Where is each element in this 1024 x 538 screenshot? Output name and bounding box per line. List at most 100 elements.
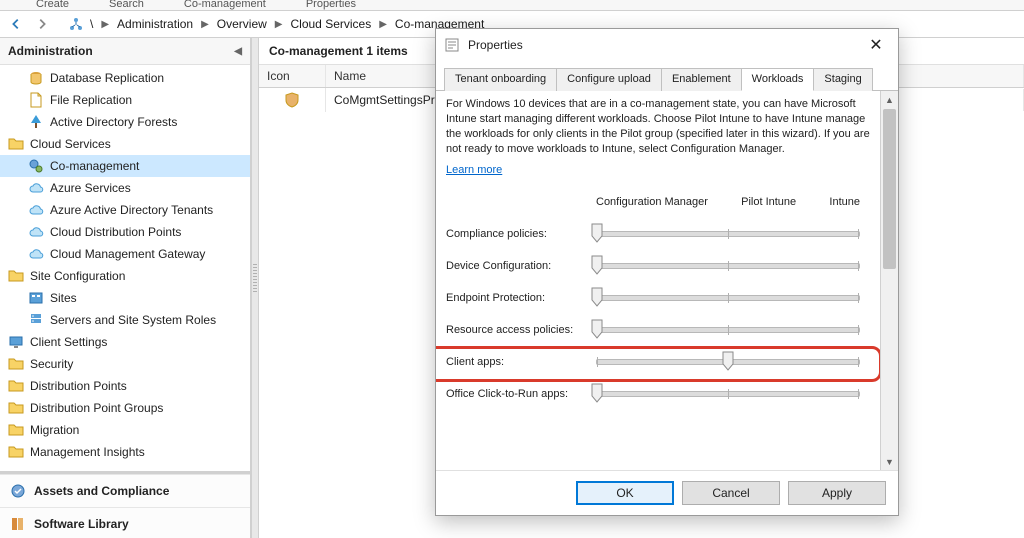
workload-label: Client apps: — [446, 356, 596, 368]
workload-slider[interactable] — [596, 231, 860, 237]
tab-workloads[interactable]: Workloads — [741, 68, 815, 91]
workload-row: Endpoint Protection: — [446, 292, 870, 304]
nav-tree-item[interactable]: Co-management — [0, 155, 250, 177]
nav-tree-item[interactable]: Migration — [0, 419, 250, 441]
cdp-icon — [28, 224, 44, 240]
workload-row: Client apps: — [446, 356, 870, 368]
slider-thumb-icon[interactable] — [591, 383, 603, 403]
workload-label: Office Click-to-Run apps: — [446, 388, 596, 400]
dialog-scrollbar[interactable]: ▲ ▼ — [880, 91, 898, 470]
tab-enablement[interactable]: Enablement — [661, 68, 742, 91]
workload-slider[interactable] — [596, 391, 860, 397]
splitter-vertical[interactable] — [251, 38, 259, 538]
slider-header-intune: Intune — [829, 196, 860, 208]
breadcrumb-root-icon[interactable] — [68, 16, 84, 32]
slider-thumb-icon[interactable] — [591, 319, 603, 339]
folder-icon — [8, 422, 24, 438]
nav-panel-title: Administration — [8, 44, 93, 58]
cancel-button[interactable]: Cancel — [682, 481, 780, 505]
nav-tree-label: File Replication — [50, 93, 132, 107]
breadcrumb-node[interactable]: Administration — [113, 15, 197, 33]
workload-label: Endpoint Protection: — [446, 292, 596, 304]
breadcrumb-root-sep: \ — [86, 15, 97, 33]
nav-tree-item[interactable]: Site Configuration — [0, 265, 250, 287]
assets-icon — [10, 483, 26, 499]
ok-button[interactable]: OK — [576, 481, 674, 505]
slider-thumb-icon[interactable] — [591, 255, 603, 275]
learn-more-link[interactable]: Learn more — [446, 164, 502, 176]
properties-dialog: Properties ✕ Tenant onboardingConfigure … — [435, 28, 899, 516]
workload-row: Resource access policies: — [446, 324, 870, 336]
tabstrip: Tenant onboardingConfigure uploadEnablem… — [436, 61, 898, 91]
scroll-up-button[interactable]: ▲ — [881, 91, 898, 108]
co-mgmt-icon — [28, 158, 44, 174]
nav-panel-chevron-icon[interactable]: ◀ — [234, 46, 242, 57]
nav-tree-item[interactable]: Cloud Distribution Points — [0, 221, 250, 243]
ribbon-item[interactable]: Co-management — [184, 0, 266, 10]
servers-icon — [28, 312, 44, 328]
nav-tree-label: Cloud Distribution Points — [50, 225, 181, 239]
nav-tree-item[interactable]: Servers and Site System Roles — [0, 309, 250, 331]
scroll-down-button[interactable]: ▼ — [881, 453, 898, 470]
tab-staging[interactable]: Staging — [813, 68, 872, 91]
nav-tree-label: Co-management — [50, 159, 139, 173]
aad-tenant-icon — [28, 202, 44, 218]
close-button[interactable]: ✕ — [862, 35, 890, 55]
file-repl-icon — [28, 92, 44, 108]
dialog-titlebar[interactable]: Properties ✕ — [436, 29, 898, 61]
nav-tree-item[interactable]: Active Directory Forests — [0, 111, 250, 133]
nav-tree-label: Sites — [50, 291, 77, 305]
nav-tree-label: Distribution Points — [30, 379, 127, 393]
chevron-right-icon: ▶ — [273, 19, 285, 30]
tab-tenant onboarding[interactable]: Tenant onboarding — [444, 68, 557, 91]
workload-slider[interactable] — [596, 295, 860, 301]
tab-configure upload[interactable]: Configure upload — [556, 68, 662, 91]
ribbon-item[interactable]: Search — [109, 0, 144, 10]
nav-tree-item[interactable]: Sites — [0, 287, 250, 309]
nav-tree-label: Azure Active Directory Tenants — [50, 203, 213, 217]
swlib-icon — [10, 516, 26, 532]
column-header-icon[interactable]: Icon — [259, 65, 326, 87]
sites-icon — [28, 290, 44, 306]
nav-back-button[interactable] — [4, 12, 28, 36]
workload-slider[interactable] — [596, 327, 860, 333]
nav-tree-label: Azure Services — [50, 181, 131, 195]
nav-tree-item[interactable]: Distribution Points — [0, 375, 250, 397]
slider-thumb-icon[interactable] — [591, 287, 603, 307]
nav-tree-item[interactable]: Security — [0, 353, 250, 375]
nav-tree-item[interactable]: Database Replication — [0, 67, 250, 89]
slider-thumb-icon[interactable] — [722, 351, 734, 371]
nav-tree-label: Site Configuration — [30, 269, 125, 283]
workspace-item[interactable]: Assets and Compliance — [0, 474, 250, 507]
ribbon-item[interactable]: Properties — [306, 0, 356, 10]
slider-thumb-icon[interactable] — [591, 223, 603, 243]
nav-tree-label: Management Insights — [30, 445, 145, 459]
workspace-item[interactable]: Software Library — [0, 507, 250, 538]
breadcrumb-node[interactable]: Overview — [213, 15, 271, 33]
workspace-label: Assets and Compliance — [34, 484, 169, 498]
ribbon: Create Search Co-management Properties — [0, 0, 1024, 11]
nav-tree-label: Distribution Point Groups — [30, 401, 163, 415]
azure-icon — [28, 180, 44, 196]
nav-tree-item[interactable]: Distribution Point Groups — [0, 397, 250, 419]
folder-icon — [8, 444, 24, 460]
nav-forward-button[interactable] — [30, 12, 54, 36]
nav-tree-item[interactable]: Cloud Services — [0, 133, 250, 155]
workload-label: Resource access policies: — [446, 324, 596, 336]
tab-body-workloads: For Windows 10 devices that are in a co-… — [436, 91, 880, 470]
ribbon-item[interactable]: Create — [36, 0, 69, 10]
slider-column-headers: Configuration Manager Pilot Intune Intun… — [446, 196, 870, 208]
workload-slider[interactable] — [596, 263, 860, 269]
apply-button[interactable]: Apply — [788, 481, 886, 505]
nav-tree-item[interactable]: Management Insights — [0, 441, 250, 463]
nav-panel-header: Administration ◀ — [0, 38, 250, 65]
nav-tree-item[interactable]: Azure Services — [0, 177, 250, 199]
scroll-thumb[interactable] — [883, 109, 896, 269]
nav-tree-item[interactable]: File Replication — [0, 89, 250, 111]
nav-tree-item[interactable]: Client Settings — [0, 331, 250, 353]
workload-slider[interactable] — [596, 359, 860, 365]
breadcrumb-node[interactable]: Cloud Services — [287, 15, 376, 33]
nav-tree-item[interactable]: Cloud Management Gateway — [0, 243, 250, 265]
nav-tree-item[interactable]: Azure Active Directory Tenants — [0, 199, 250, 221]
folder-icon — [8, 356, 24, 372]
